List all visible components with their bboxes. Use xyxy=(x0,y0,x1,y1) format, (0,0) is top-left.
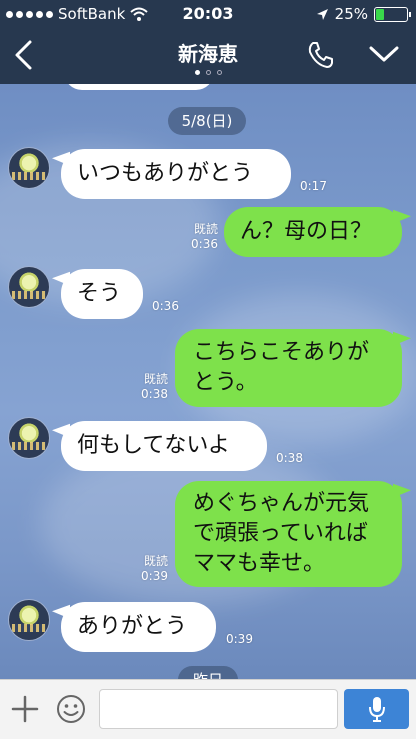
page-dot xyxy=(216,70,222,75)
plus-icon[interactable] xyxy=(10,694,40,724)
page-dot xyxy=(205,70,211,75)
message-bubble-outgoing[interactable]: ん？母の日？ xyxy=(224,207,402,257)
chat-header: 新海恵 xyxy=(0,28,416,84)
read-receipt: 既読 xyxy=(143,554,168,568)
message-time: 0:17 xyxy=(300,179,327,193)
voice-message-button[interactable] xyxy=(344,689,409,729)
message-text: 何もしてないよ xyxy=(77,433,230,458)
message-input-bar xyxy=(0,679,416,739)
message-time: 0:38 xyxy=(141,387,168,401)
message-line: とう。 xyxy=(193,370,258,395)
previous-message-bubble xyxy=(64,84,214,90)
chevron-down-icon[interactable] xyxy=(368,42,400,66)
message-text: ん？母の日？ xyxy=(240,219,373,244)
contact-avatar[interactable] xyxy=(8,417,50,459)
message-time: 0:38 xyxy=(276,451,303,465)
phone-icon[interactable] xyxy=(306,40,336,70)
battery-fill xyxy=(376,8,384,20)
battery-percent: 25% xyxy=(334,5,368,23)
message-time: 0:39 xyxy=(226,632,253,646)
date-separator: 5/8(日) xyxy=(168,107,246,135)
message-line: こちらこそありが xyxy=(193,340,370,365)
message-line: ママも幸せ。 xyxy=(193,551,326,576)
message-time: 0:36 xyxy=(152,299,179,313)
contact-avatar[interactable] xyxy=(8,599,50,641)
message-text: ありがとう xyxy=(77,614,188,639)
message-bubble-outgoing[interactable]: めぐちゃんが元気 で頑張っていれば ママも幸せ。 xyxy=(175,481,402,587)
message-bubble-incoming[interactable]: 何もしてないよ xyxy=(61,421,267,471)
read-receipt: 既読 xyxy=(193,222,218,236)
message-text: めぐちゃんが元気 で頑張っていれば ママも幸せ。 xyxy=(193,489,369,579)
microphone-icon xyxy=(368,697,385,722)
message-line: で頑張っていれば xyxy=(193,521,368,546)
battery-icon xyxy=(374,6,411,22)
contact-avatar[interactable] xyxy=(8,266,50,308)
smiley-icon[interactable] xyxy=(55,693,87,725)
message-input[interactable] xyxy=(99,689,338,729)
location-arrow-icon xyxy=(316,8,328,20)
message-text: そう xyxy=(77,281,122,306)
message-bubble-incoming[interactable]: いつもありがとう xyxy=(61,149,291,199)
message-text: いつもありがとう xyxy=(77,161,254,186)
page-indicator xyxy=(0,70,416,75)
chat-title[interactable]: 新海恵 xyxy=(0,38,416,67)
message-bubble-incoming[interactable]: ありがとう xyxy=(61,602,216,652)
status-bar: SoftBank 20:03 25% xyxy=(0,0,416,28)
message-time: 0:39 xyxy=(141,569,168,583)
read-receipt: 既読 xyxy=(143,372,168,386)
status-right: 25% xyxy=(316,5,411,23)
message-bubble-incoming[interactable]: そう xyxy=(61,269,143,319)
message-line: めぐちゃんが元気 xyxy=(193,491,370,516)
contact-avatar[interactable] xyxy=(8,147,50,189)
chat-area[interactable]: 5/8(日) いつもありがとう 0:17 既読 0:36 ん？母の日？ そう 0… xyxy=(0,84,416,679)
date-separator: 昨日 xyxy=(178,666,238,679)
message-time: 0:36 xyxy=(191,237,218,251)
page-dot xyxy=(194,70,200,75)
message-bubble-outgoing[interactable]: こちらこそありが とう。 xyxy=(175,329,402,407)
message-text: こちらこそありが とう。 xyxy=(193,338,369,398)
